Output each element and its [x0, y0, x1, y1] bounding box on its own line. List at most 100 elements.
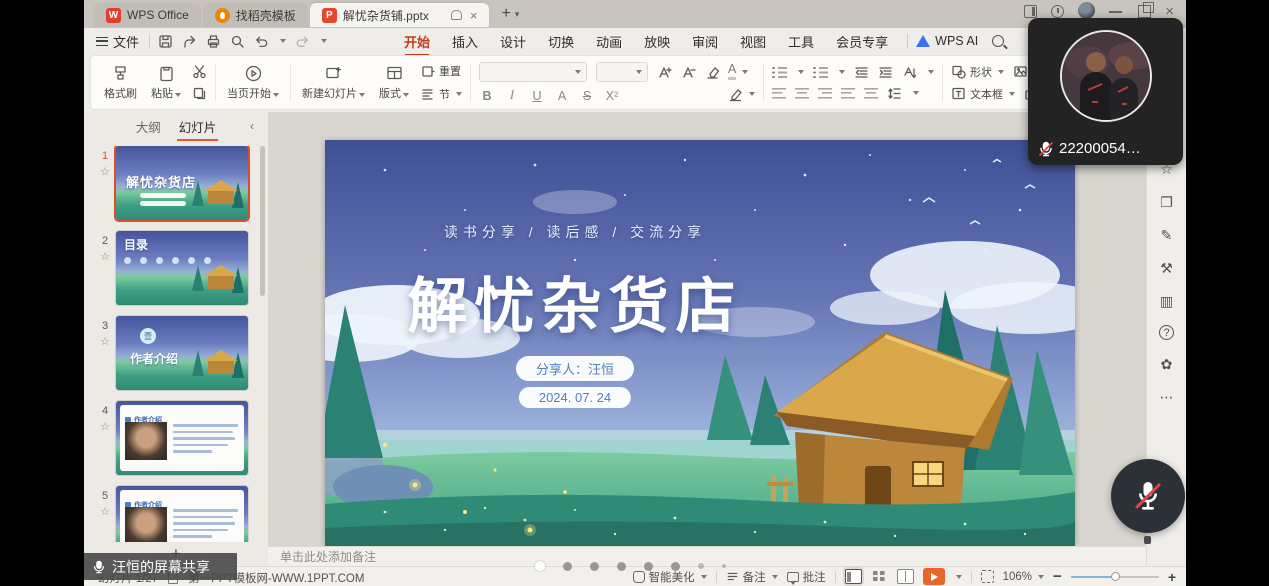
favorite-star-icon[interactable]: ☆ — [100, 250, 110, 263]
font-style-button[interactable]: B — [479, 89, 495, 103]
notes-button[interactable]: 备注 — [726, 569, 778, 585]
pager-dot[interactable] — [590, 562, 599, 571]
comments-button[interactable]: 批注 — [787, 569, 826, 585]
font-style-button[interactable]: U — [529, 89, 545, 103]
font-style-button[interactable]: S — [579, 89, 595, 103]
fit-to-window-icon[interactable] — [981, 570, 994, 583]
side-panel-icon[interactable] — [1024, 5, 1037, 18]
pager-dot[interactable] — [563, 562, 572, 571]
numbered-list-icon[interactable] — [813, 67, 828, 78]
format-painter-button[interactable]: 格式刷 — [101, 64, 140, 101]
align-center-icon[interactable] — [795, 88, 809, 99]
print-icon[interactable] — [206, 34, 221, 49]
font-size-select[interactable] — [596, 62, 648, 82]
pager-dot[interactable] — [535, 561, 545, 571]
zoom-level[interactable]: 106% — [1003, 571, 1044, 583]
favorite-star-icon[interactable]: ☆ — [100, 505, 110, 518]
new-slide-button[interactable]: 新建幻灯片 — [299, 64, 368, 101]
textbox-button[interactable]: 文本框 — [951, 86, 1015, 102]
slide-thumbnail[interactable]: 目录 目录 — [116, 231, 248, 305]
toolbox-icon[interactable]: ⚒ — [1158, 259, 1176, 277]
file-menu-button[interactable]: 文件 — [96, 32, 139, 51]
text-direction-icon[interactable] — [902, 65, 917, 80]
increase-font-icon[interactable] — [657, 65, 672, 80]
share-icon[interactable] — [182, 34, 197, 49]
app-tab[interactable]: 找稻壳模板 × — [203, 3, 308, 27]
app-tab[interactable]: W WPS Office × — [94, 3, 201, 27]
slide-sorter-view-button[interactable] — [871, 569, 888, 584]
cut-icon[interactable] — [192, 64, 207, 79]
help-icon[interactable]: ? — [1159, 325, 1174, 340]
mic-muted-fab[interactable] — [1111, 459, 1185, 533]
qat-customize-icon[interactable] — [321, 39, 327, 43]
print-preview-icon[interactable] — [230, 34, 245, 49]
shapes-button[interactable]: 形状 — [951, 64, 1004, 80]
more-icon[interactable]: ⋯ — [1158, 388, 1176, 406]
slideshow-play-button[interactable] — [923, 568, 945, 585]
favorite-star-icon[interactable]: ☆ — [100, 165, 110, 178]
account-avatar[interactable] — [1078, 2, 1095, 19]
highlight-color-icon[interactable] — [728, 87, 743, 102]
justify-icon[interactable] — [841, 88, 855, 99]
undo-caret-icon[interactable] — [280, 39, 286, 43]
menu-item[interactable]: 设计 — [489, 29, 537, 54]
menu-item[interactable]: 视图 — [729, 29, 777, 54]
app-tab[interactable]: P 解忧杂货铺.pptx × — [310, 3, 490, 27]
align-left-icon[interactable] — [772, 88, 786, 99]
reading-view-button[interactable] — [897, 569, 914, 584]
font-style-button[interactable]: A — [554, 89, 570, 103]
collapse-panel-icon[interactable]: ‹ — [250, 119, 254, 133]
decrease-indent-icon[interactable] — [854, 65, 869, 80]
menu-item[interactable]: 开始 — [393, 29, 441, 54]
paste-button[interactable]: 粘贴 — [148, 64, 184, 101]
fab-drag-handle[interactable] — [1144, 536, 1151, 544]
font-style-button[interactable]: X² — [604, 89, 620, 103]
zoom-out-button[interactable]: − — [1053, 568, 1062, 585]
slides-tab[interactable]: 幻灯片 — [179, 117, 217, 136]
font-style-button[interactable]: I — [504, 88, 520, 103]
clear-format-icon[interactable] — [705, 65, 720, 80]
zoom-slider-handle[interactable] — [1111, 572, 1120, 581]
tab-list-chevron-icon[interactable]: ▾ — [515, 9, 520, 20]
restore-button[interactable] — [1138, 5, 1151, 18]
skin-center-icon[interactable]: ✿ — [1158, 355, 1176, 373]
history-icon[interactable] — [1051, 5, 1064, 18]
redo-icon[interactable] — [295, 34, 310, 49]
font-family-select[interactable] — [479, 62, 587, 82]
favorite-star-icon[interactable]: ☆ — [100, 335, 110, 348]
smart-beautify-button[interactable]: 智能美化 — [633, 569, 707, 585]
menu-item[interactable]: 审阅 — [681, 29, 729, 54]
decrease-font-icon[interactable] — [681, 65, 696, 80]
align-right-icon[interactable] — [818, 88, 832, 99]
new-tab-button[interactable]: + — [501, 5, 510, 23]
current-slide[interactable]: 读书分享 / 读后感 / 交流分享 解忧杂货店 分享人：汪恒 2024. 07.… — [325, 140, 1075, 546]
play-options-caret-icon[interactable] — [956, 575, 962, 579]
slide-thumbnail[interactable]: 解忧杂货店 解忧杂货店 — [116, 146, 248, 220]
normal-view-button[interactable] — [845, 569, 862, 584]
slide-thumbnail[interactable]: 作者介绍 作者介绍 — [116, 486, 248, 542]
slide-layout-button[interactable]: 版式 — [376, 64, 412, 101]
panel-scrollbar[interactable] — [260, 146, 265, 296]
slide-thumbnail[interactable]: 作者介绍 作者介绍 — [116, 401, 248, 475]
font-color-button[interactable]: A — [728, 63, 736, 80]
favorite-star-icon[interactable]: ☆ — [100, 420, 110, 433]
copy-icon[interactable] — [192, 86, 207, 101]
close-button[interactable]: × — [1165, 5, 1174, 18]
slide-thumbnail[interactable]: 壹 作者介绍 作者介绍 — [116, 316, 248, 390]
line-spacing-icon[interactable] — [887, 86, 902, 101]
undo-icon[interactable] — [254, 34, 269, 49]
section-button[interactable]: 节 — [420, 86, 462, 102]
reset-slide-button[interactable]: 重置 — [420, 63, 462, 79]
minimize-button[interactable] — [1109, 5, 1122, 18]
play-from-current-button[interactable]: 当页开始 — [224, 64, 282, 101]
search-icon[interactable] — [992, 35, 1004, 47]
design-tools-icon[interactable]: ✎ — [1158, 226, 1176, 244]
selection-pane-icon[interactable]: ❐ — [1158, 193, 1176, 211]
menu-item[interactable]: 动画 — [585, 29, 633, 54]
save-icon[interactable] — [158, 34, 173, 49]
bullet-list-icon[interactable] — [772, 67, 787, 78]
menu-item[interactable]: 放映 — [633, 29, 681, 54]
menu-item[interactable]: 切换 — [537, 29, 585, 54]
menu-item[interactable]: 会员专享 — [825, 29, 899, 54]
increase-indent-icon[interactable] — [878, 65, 893, 80]
